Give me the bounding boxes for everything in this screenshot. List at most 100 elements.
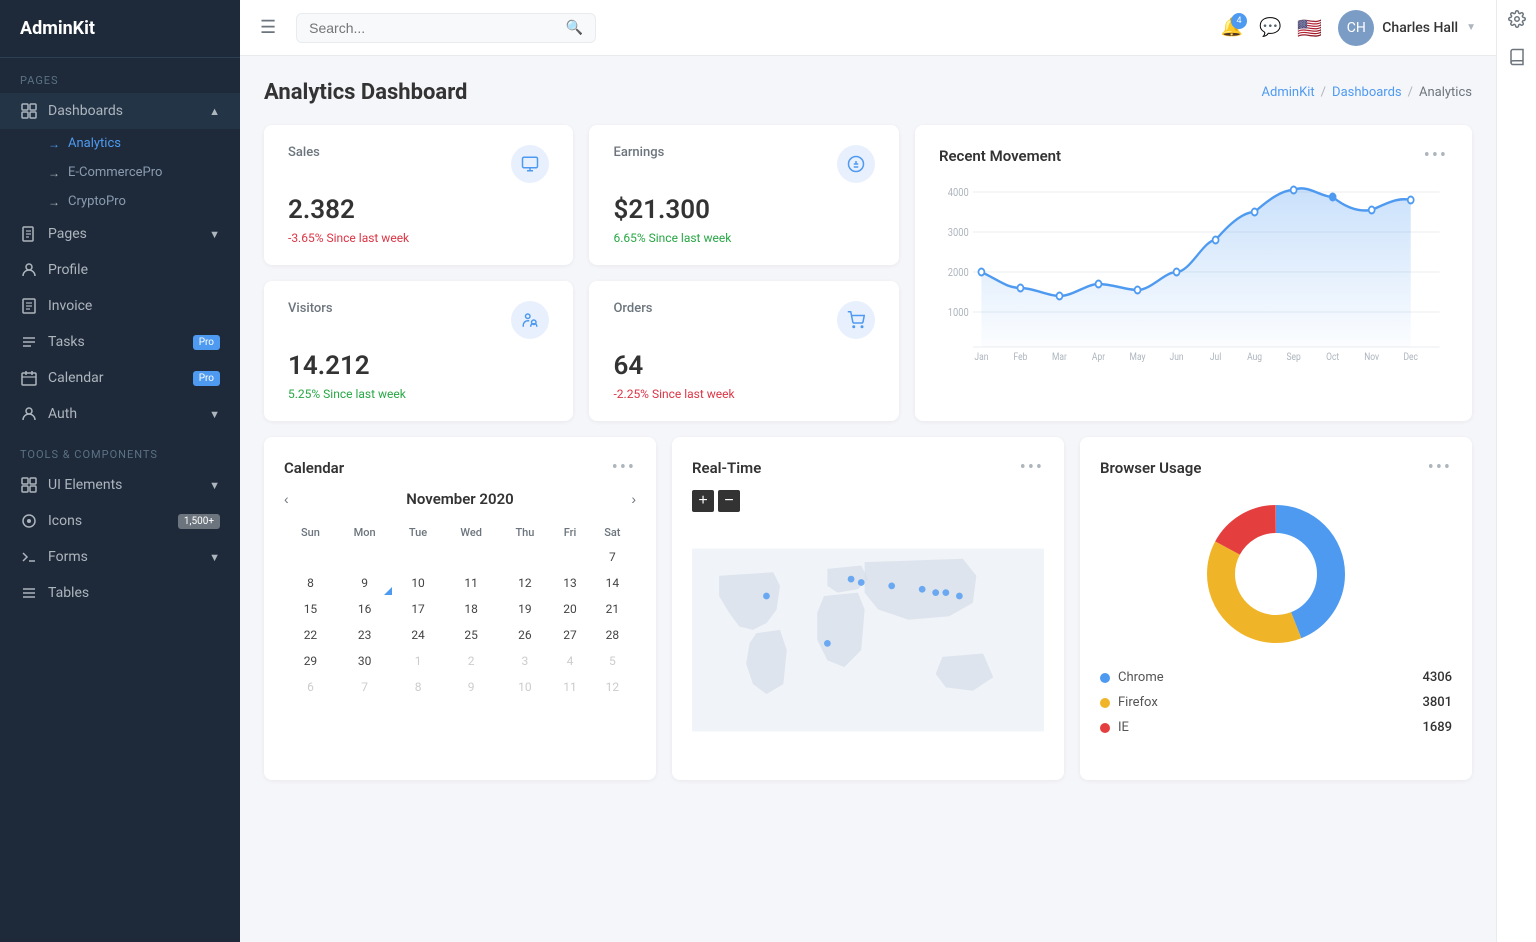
browser-card: Browser Usage ••• xyxy=(1080,437,1472,780)
ui-elements-icon xyxy=(20,477,38,493)
sidebar-item-pages[interactable]: Pages ▼ xyxy=(0,216,240,252)
visitors-value: 14.212 xyxy=(288,351,549,381)
cal-day[interactable]: 8 xyxy=(286,571,335,595)
sidebar-item-icons[interactable]: Icons 1,500+ xyxy=(0,503,240,539)
sidebar-logo: AdminKit xyxy=(0,0,240,58)
cal-day-other[interactable]: 8 xyxy=(394,675,442,699)
cal-day[interactable]: 26 xyxy=(500,623,549,647)
cal-day-other[interactable]: 6 xyxy=(286,675,335,699)
cal-day[interactable]: 23 xyxy=(337,623,392,647)
cal-day[interactable]: 14 xyxy=(591,571,634,595)
sidebar-item-calendar[interactable]: Calendar Pro xyxy=(0,360,240,396)
cal-day-other[interactable]: 10 xyxy=(500,675,549,699)
settings-icon[interactable] xyxy=(1508,10,1526,32)
cal-day[interactable] xyxy=(286,545,335,569)
calendar-more-button[interactable]: ••• xyxy=(612,457,636,478)
sidebar-item-profile[interactable]: Profile xyxy=(0,252,240,288)
main-area: ☰ 🔍 🔔 4 💬 🇺🇸 CH Charles Hall ▼ Analytics… xyxy=(240,0,1496,942)
cal-day[interactable]: 18 xyxy=(444,597,499,621)
sidebar-item-dashboards[interactable]: Dashboards ▲ xyxy=(0,93,240,129)
cal-day-other[interactable]: 11 xyxy=(551,675,588,699)
crypto-label: Crypto xyxy=(68,194,106,209)
cal-day-today[interactable]: 9 xyxy=(337,571,392,595)
cal-day-other[interactable]: 7 xyxy=(337,675,392,699)
message-button[interactable]: 💬 xyxy=(1259,17,1281,38)
chart-more-button[interactable]: ••• xyxy=(1424,145,1448,166)
cal-day[interactable]: 28 xyxy=(591,623,634,647)
sidebar-item-ecommerce[interactable]: → E-Commerce Pro xyxy=(0,158,240,187)
cal-day-other[interactable]: 1 xyxy=(394,649,442,673)
breadcrumb-sep2: / xyxy=(1408,85,1413,100)
cal-day[interactable]: 7 xyxy=(591,545,634,569)
cal-day[interactable]: 22 xyxy=(286,623,335,647)
svg-text:Apr: Apr xyxy=(1092,351,1105,362)
hamburger-icon[interactable]: ☰ xyxy=(260,17,276,38)
cal-day[interactable]: 29 xyxy=(286,649,335,673)
book-icon[interactable] xyxy=(1508,48,1526,70)
sidebar-item-invoice[interactable]: Invoice xyxy=(0,288,240,324)
browser-more-button[interactable]: ••• xyxy=(1428,457,1452,478)
sidebar-item-crypto[interactable]: → Crypto Pro xyxy=(0,187,240,216)
language-selector[interactable]: 🇺🇸 xyxy=(1297,16,1322,40)
cal-day[interactable]: 20 xyxy=(551,597,588,621)
sidebar-item-auth[interactable]: Auth ▼ xyxy=(0,396,240,432)
cal-day[interactable] xyxy=(500,545,549,569)
cal-day[interactable]: 21 xyxy=(591,597,634,621)
cal-day-other[interactable]: 3 xyxy=(500,649,549,673)
cal-day[interactable]: 13 xyxy=(551,571,588,595)
cal-day[interactable] xyxy=(394,545,442,569)
cal-day[interactable]: 19 xyxy=(500,597,549,621)
notification-button[interactable]: 🔔 4 xyxy=(1221,17,1243,38)
breadcrumb-adminkit[interactable]: AdminKit xyxy=(1262,85,1315,100)
cal-header-tue: Tue xyxy=(394,522,442,543)
earnings-icon xyxy=(837,145,875,183)
donut-chart xyxy=(1100,494,1452,654)
cal-day[interactable]: 25 xyxy=(444,623,499,647)
search-input[interactable] xyxy=(309,20,558,36)
realtime-more-button[interactable]: ••• xyxy=(1020,457,1044,478)
user-name: Charles Hall xyxy=(1382,20,1458,36)
cal-day[interactable]: 12 xyxy=(500,571,549,595)
sidebar-item-tasks[interactable]: Tasks Pro xyxy=(0,324,240,360)
sidebar-item-analytics[interactable]: → Analytics xyxy=(0,129,240,158)
auth-expand-icon: ▼ xyxy=(209,408,220,421)
table-row: 6 7 8 9 10 11 12 xyxy=(286,675,634,699)
sidebar-item-tables[interactable]: Tables xyxy=(0,575,240,611)
cal-day[interactable] xyxy=(337,545,392,569)
invoice-icon xyxy=(20,298,38,314)
cal-header-sat: Sat xyxy=(591,522,634,543)
pages-expand-icon: ▼ xyxy=(209,228,220,241)
cal-day-other[interactable]: 2 xyxy=(444,649,499,673)
visitors-change: 5.25% Since last week xyxy=(288,387,549,401)
cal-day[interactable]: 30 xyxy=(337,649,392,673)
cal-day[interactable]: 16 xyxy=(337,597,392,621)
map-zoom-out-button[interactable]: − xyxy=(718,490,740,512)
table-row: 15 16 17 18 19 20 21 xyxy=(286,597,634,621)
browser-title: Browser Usage xyxy=(1100,459,1201,477)
map-zoom-in-button[interactable]: + xyxy=(692,490,714,512)
sidebar-item-forms[interactable]: Forms ▼ xyxy=(0,539,240,575)
cal-next-button[interactable]: › xyxy=(631,491,636,507)
user-info[interactable]: CH Charles Hall ▼ xyxy=(1338,10,1476,46)
cal-prev-button[interactable]: ‹ xyxy=(284,491,289,507)
cal-day-other[interactable]: 9 xyxy=(444,675,499,699)
cal-day-other[interactable]: 4 xyxy=(551,649,588,673)
orders-card: Orders 64 -2.25% Since last week xyxy=(589,281,898,421)
page-title: Analytics Dashboard xyxy=(264,80,467,105)
tasks-icon xyxy=(20,334,38,350)
cal-day-other[interactable]: 5 xyxy=(591,649,634,673)
user-dropdown-icon: ▼ xyxy=(1466,22,1476,33)
dashboards-expand-icon: ▲ xyxy=(209,105,220,118)
cal-day[interactable] xyxy=(444,545,499,569)
sidebar-item-ui-elements[interactable]: UI Elements ▼ xyxy=(0,467,240,503)
cal-day[interactable]: 24 xyxy=(394,623,442,647)
cal-day-other[interactable]: 12 xyxy=(591,675,634,699)
cal-day[interactable]: 10 xyxy=(394,571,442,595)
ui-elements-expand-icon: ▼ xyxy=(209,479,220,492)
cal-day[interactable]: 11 xyxy=(444,571,499,595)
cal-day[interactable]: 17 xyxy=(394,597,442,621)
cal-day[interactable] xyxy=(551,545,588,569)
cal-day[interactable]: 15 xyxy=(286,597,335,621)
cal-day[interactable]: 27 xyxy=(551,623,588,647)
breadcrumb-dashboards[interactable]: Dashboards xyxy=(1332,85,1402,100)
